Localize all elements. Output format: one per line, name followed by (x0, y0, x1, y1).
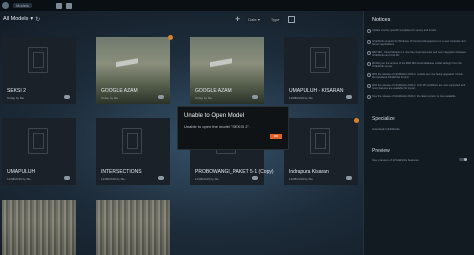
cloud-icon[interactable] (346, 176, 352, 180)
model-date: Today by Me (101, 96, 119, 100)
preview-row: Use preview of InfraWorks features (372, 158, 419, 162)
model-date: 11/08/2019 by Me (289, 177, 313, 181)
cloud-icon[interactable] (64, 95, 70, 99)
model-name: INTERSECTIONS (101, 169, 142, 175)
cloud-icon[interactable] (252, 176, 258, 180)
panel-sync-indicator (354, 118, 359, 123)
refresh-icon[interactable]: ↻ (35, 16, 40, 23)
model-date: 11/08/2019 by Me (289, 96, 313, 100)
model-date: 11/08/2019 by Me (7, 177, 31, 181)
model-tile[interactable]: INTERSECTIONS 11/08/2019 by Me (96, 118, 170, 185)
model-name: UMAPULUH - KISARAN (289, 88, 344, 94)
model-tile[interactable]: UMAPULUH 11/08/2019 by Me (2, 118, 76, 185)
cloud-icon[interactable] (346, 95, 352, 99)
model-name: GOOGLE AZAM (195, 88, 232, 94)
models-header: All Models ▾ ↻ (3, 14, 40, 24)
model-tile[interactable] (96, 200, 170, 255)
model-name: GOOGLE AZAM (101, 88, 138, 94)
tab-models[interactable]: Models (13, 3, 32, 8)
models-toolbar: + Date ▾ Type (235, 14, 295, 24)
cloud-icon[interactable] (158, 95, 164, 99)
notice-item[interactable]: With the release of InfraWorks 2020.3, C… (367, 84, 467, 90)
notices-panel: Notices Update country specific template… (363, 11, 474, 255)
help-icon[interactable] (65, 2, 72, 9)
sort-dropdown[interactable]: Date ▾ (245, 15, 263, 23)
model-date: 11/08/2019 by Me (101, 177, 125, 181)
grid-view-icon[interactable] (287, 15, 295, 23)
account-icon[interactable] (55, 2, 62, 9)
specialize-row[interactable]: Autodesk InfraWorks (372, 127, 400, 131)
model-name: SEKSI 2 (7, 88, 26, 94)
model-tile[interactable]: UMAPULUH - KISARAN 11/08/2019 by Me (284, 37, 358, 104)
cloud-icon[interactable] (158, 176, 164, 180)
model-tile[interactable]: SEKSI 2 Today by Me (2, 37, 76, 104)
model-date: Today by Me (195, 96, 213, 100)
city-thumbnail-image (2, 200, 76, 255)
model-placeholder-icon (28, 47, 48, 73)
page-title[interactable]: All Models (3, 16, 28, 22)
dialog-title: Unable to Open Model (184, 113, 245, 119)
model-name: UMAPULUH (7, 169, 36, 175)
model-placeholder-icon (122, 128, 142, 154)
model-tile[interactable]: GOOGLE AZAM Today by Me (190, 37, 264, 104)
app-logo-icon[interactable] (2, 2, 9, 9)
sync-indicator (168, 35, 173, 40)
model-name: PROBOWANGI_PAKET 5-1 (Copy) (195, 169, 274, 175)
cloud-icon[interactable] (252, 95, 258, 99)
notice-item[interactable]: With the release of InfraWorks 2020.3, m… (367, 73, 467, 79)
model-tile[interactable]: Indrapura Kisaran 11/08/2019 by Me (284, 118, 358, 185)
dialog-message: Unable to open the model "SEKSI 2". (184, 124, 250, 129)
filter-dropdown[interactable]: Type (267, 15, 283, 23)
model-name: Indrapura Kisaran (289, 169, 329, 175)
plus-icon[interactable]: + (235, 14, 240, 24)
model-date: Today by Me (7, 96, 25, 100)
top-bar: Models (0, 0, 474, 11)
notices-title: Notices (372, 17, 391, 23)
preview-title: Preview (372, 148, 390, 154)
notice-item[interactable]: Working on the access of the BIM 360 clo… (367, 62, 467, 68)
model-placeholder-icon (310, 47, 330, 73)
cloud-icon[interactable] (64, 176, 70, 180)
city-thumbnail-image (96, 200, 170, 255)
preview-toggle[interactable] (459, 158, 467, 161)
notice-item[interactable]: InfraWorks support for Windows 10 Versio… (367, 40, 467, 46)
ok-button[interactable]: OK (270, 134, 282, 139)
model-tile[interactable]: GOOGLE AZAM Today by Me (96, 37, 170, 104)
chevron-down-icon[interactable]: ▾ (30, 16, 33, 22)
model-date: 11/08/2019 by Me (195, 177, 219, 181)
specialize-title: Specialize (372, 116, 395, 122)
notice-item[interactable]: Update country specific templates for su… (367, 29, 467, 34)
model-tile[interactable] (2, 200, 76, 255)
model-placeholder-icon (28, 128, 48, 154)
notice-item[interactable]: BIM 360 - Cloud Models 2.1 now has impro… (367, 51, 467, 57)
error-dialog: Unable to Open Model Unable to open the … (177, 106, 289, 150)
model-placeholder-icon (310, 128, 330, 154)
notice-item[interactable]: Now the release of InfraWorks 2020.3, th… (367, 95, 467, 100)
